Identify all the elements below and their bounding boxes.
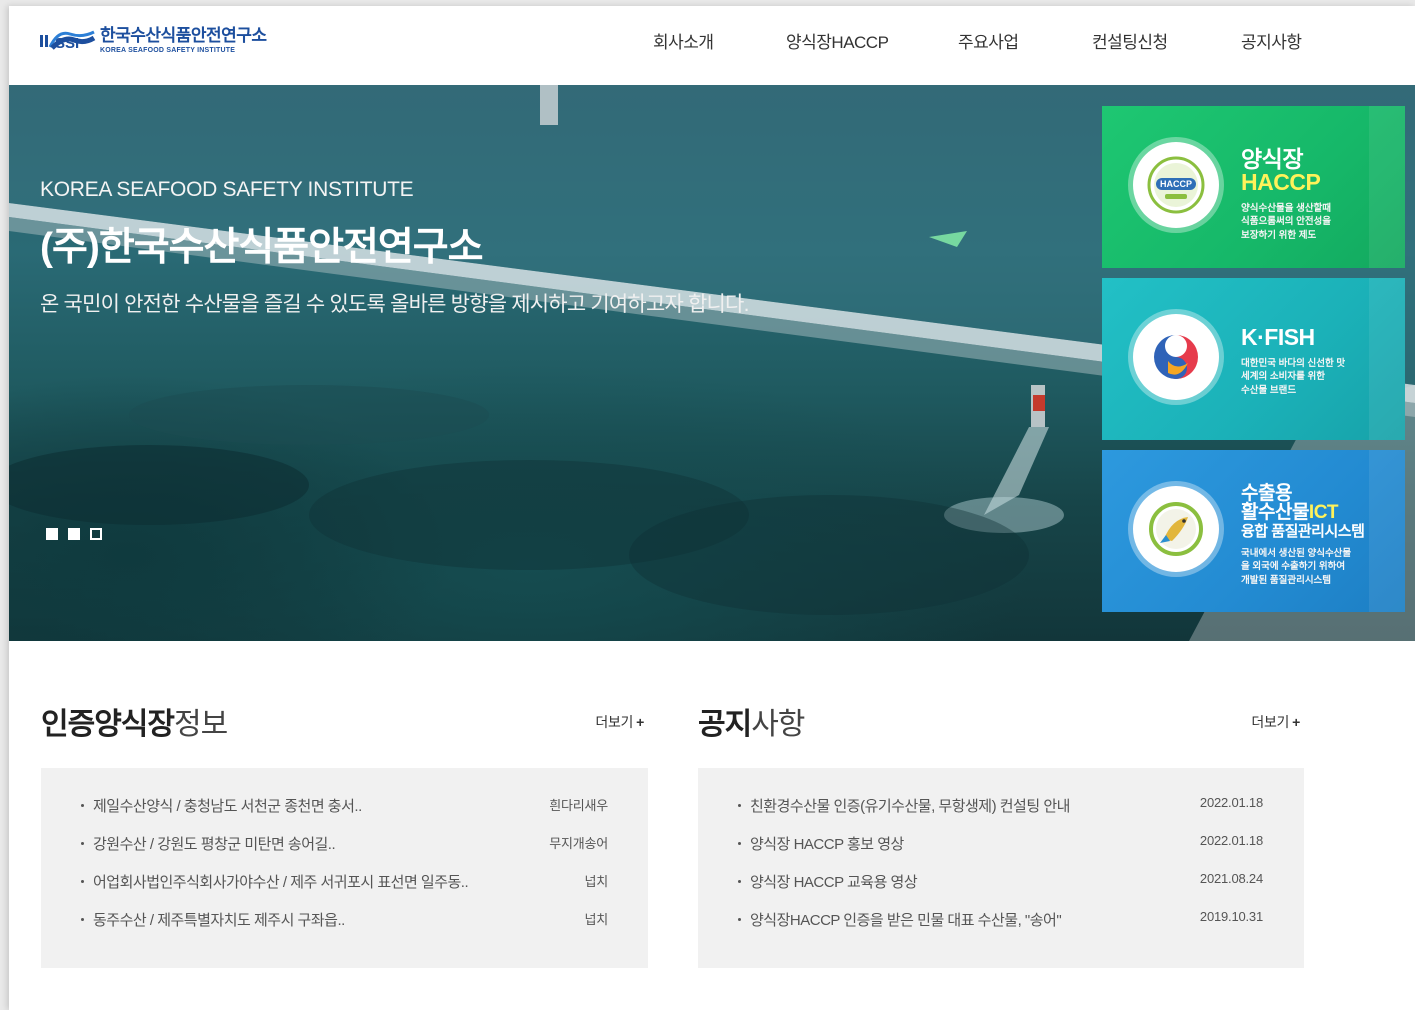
slider-dot-1[interactable] — [46, 528, 58, 540]
ict-desc-3: 개발된 품질관리시스템 — [1241, 574, 1332, 586]
page: SSI 한국수산식품안전연구소 KOREA SEAFOOD SAFETY INS… — [9, 6, 1415, 1010]
plus-icon: + — [636, 714, 644, 730]
list-item-date: 2021.08.24 — [1199, 871, 1263, 886]
slider-pagination — [46, 528, 102, 540]
certified-farms-board: 인증양식장정보 더보기 + 제일수산양식 / 충청남도 서천군 종천면 충서.. … — [41, 699, 648, 968]
farms-title-light: 정보 — [174, 708, 228, 741]
notices-more-label: 더보기 — [1251, 714, 1290, 730]
ict-card-title-2b: ICT — [1308, 502, 1339, 523]
list-item-species: 넙치 — [584, 912, 608, 927]
list-item-text: 어업회사법인주식회사가야수산 / 제주 서귀포시 표선면 일주동.. — [93, 874, 469, 891]
list-item[interactable]: 친환경수산물 인증(유기수산물, 무항생제) 컨설팅 안내 2022.01.18 — [698, 795, 1304, 833]
hero-english-title: KOREA SEAFOOD SAFETY INSTITUTE — [40, 178, 414, 201]
haccp-desc-3: 보장하기 위한 제도 — [1241, 229, 1317, 241]
nav-item-company[interactable]: 회사소개 — [653, 28, 714, 53]
nav-item-haccp[interactable]: 양식장HACCP — [786, 28, 889, 53]
nav-item-consulting[interactable]: 컨설팅신청 — [1092, 28, 1168, 53]
notices-list: 친환경수산물 인증(유기수산물, 무항생제) 컨설팅 안내 2022.01.18… — [698, 768, 1304, 968]
list-item[interactable]: 제일수산양식 / 충청남도 서천군 종천면 충서.. 흰다리새우 — [41, 795, 648, 833]
farms-more-label: 더보기 — [595, 714, 634, 730]
card-stripe — [1369, 278, 1405, 440]
site-header: SSI 한국수산식품안전연구소 KOREA SEAFOOD SAFETY INS… — [9, 6, 1415, 85]
list-item-species: 무지개송어 — [549, 836, 608, 851]
list-item[interactable]: 양식장HACCP 인증을 받은 민물 대표 수산물, "송어" 2019.10.… — [698, 909, 1304, 947]
ict-card-title-2a: 활수산물 — [1241, 502, 1309, 523]
card-stripe — [1369, 106, 1405, 268]
list-item-species: 흰다리새우 — [549, 798, 608, 813]
hero-copy: KOREA SEAFOOD SAFETY INSTITUTE (주)한국수산식품… — [40, 178, 749, 318]
list-item-text: 양식장 HACCP 교육용 영상 — [750, 874, 918, 891]
slider-dot-3-active[interactable] — [90, 528, 102, 540]
notices-title-strong: 공지 — [698, 708, 752, 741]
ict-desc-1: 국내에서 생산된 양식수산물 — [1241, 548, 1352, 559]
list-item-text: 양식장 HACCP 홍보 영상 — [750, 836, 904, 853]
kfish-desc-3: 수산물 브랜드 — [1241, 384, 1297, 396]
kfish-card-title: K·FISH — [1241, 324, 1315, 350]
hero-title: (주)한국수산식품안전연구소 — [40, 226, 484, 269]
slider-dot-2[interactable] — [68, 528, 80, 540]
list-item-text: 친환경수산물 인증(유기수산물, 무항생제) 컨설팅 안내 — [750, 798, 1070, 815]
list-item[interactable]: 강원수산 / 강원도 평창군 미탄면 송어길.. 무지개송어 — [41, 833, 648, 871]
ict-desc-2: 을 외국에 수출하기 위하여 — [1241, 561, 1346, 573]
kfish-badge-icon — [1133, 314, 1219, 400]
plus-icon: + — [1292, 714, 1300, 730]
card-stripe — [1369, 450, 1405, 612]
card-kfish[interactable]: K·FISH 대한민국 바다의 신선한 맛 세계의 소비자를 위한 수산물 브랜… — [1102, 278, 1405, 440]
list-item-species: 넙치 — [584, 874, 608, 889]
haccp-badge-text: HACCP — [1160, 179, 1192, 189]
list-item[interactable]: 어업회사법인주식회사가야수산 / 제주 서귀포시 표선면 일주동.. 넙치 — [41, 871, 648, 909]
list-item-date: 2019.10.31 — [1199, 909, 1263, 924]
notices-more-link[interactable]: 더보기 + — [1251, 712, 1300, 732]
list-item[interactable]: 양식장 HACCP 홍보 영상 2022.01.18 — [698, 833, 1304, 871]
hero-subtitle: 온 국민이 안전한 수산물을 즐길 수 있도록 올바른 방향을 제시하고 기여하… — [40, 293, 749, 316]
notices-title: 공지사항 — [698, 699, 1304, 743]
list-item-text: 제일수산양식 / 충청남도 서천군 종천면 충서.. — [93, 798, 362, 815]
certified-farms-title: 인증양식장정보 — [41, 699, 648, 743]
list-item-text: 양식장HACCP 인증을 받은 민물 대표 수산물, "송어" — [750, 912, 1062, 929]
kfish-desc-1: 대한민국 바다의 신선한 맛 — [1241, 358, 1346, 369]
list-item-text: 동주수산 / 제주특별자치도 제주시 구좌읍.. — [93, 912, 345, 929]
list-item-text: 강원수산 / 강원도 평창군 미탄면 송어길.. — [93, 836, 336, 853]
haccp-card-title-2: HACCP — [1241, 169, 1321, 195]
list-item[interactable]: 양식장 HACCP 교육용 영상 2021.08.24 — [698, 871, 1304, 909]
haccp-badge-icon: HACCP — [1133, 142, 1219, 228]
nav-item-business[interactable]: 주요사업 — [958, 28, 1019, 53]
list-item-date: 2022.01.18 — [1199, 833, 1263, 848]
nav-item-notice[interactable]: 공지사항 — [1241, 28, 1302, 53]
hero-slider: KOREA SEAFOOD SAFETY INSTITUTE (주)한국수산식품… — [9, 85, 1415, 641]
farms-title-strong: 인증양식장 — [41, 708, 175, 741]
list-item-date: 2022.01.18 — [1199, 795, 1263, 810]
haccp-desc-2: 식품으롬써의 안전성을 — [1241, 216, 1332, 228]
farms-list: 제일수산양식 / 충청남도 서천군 종천면 충서.. 흰다리새우 강원수산 / … — [41, 768, 648, 968]
farms-more-link[interactable]: 더보기 + — [595, 712, 644, 732]
notices-board: 공지사항 더보기 + 친환경수산물 인증(유기수산물, 무항생제) 컨설팅 안내 … — [698, 699, 1304, 968]
ict-card-title-3: 융합 품질관리시스템 — [1241, 523, 1365, 540]
main-nav: 회사소개 양식장HACCP 주요사업 컨설팅신청 공지사항 — [9, 28, 1415, 52]
kfish-desc-2: 세계의 소비자를 위한 — [1241, 371, 1325, 383]
haccp-desc-1: 양식수산물을 생산할때 — [1241, 203, 1332, 214]
ict-card-title-1: 수출용 — [1241, 483, 1292, 504]
ict-badge-icon — [1133, 486, 1219, 572]
list-item[interactable]: 동주수산 / 제주특별자치도 제주시 구좌읍.. 넙치 — [41, 909, 648, 947]
notices-title-light: 사항 — [751, 708, 805, 741]
card-farm-haccp[interactable]: HACCP 양식장 HACCP 양식수산물을 생산할때 식품으롬써의 안전성을 … — [1102, 106, 1405, 268]
card-export-ict[interactable]: 수출용 활수산물ICT 융합 품질관리시스템 국내에서 생산된 양식수산물 을 … — [1102, 450, 1405, 612]
